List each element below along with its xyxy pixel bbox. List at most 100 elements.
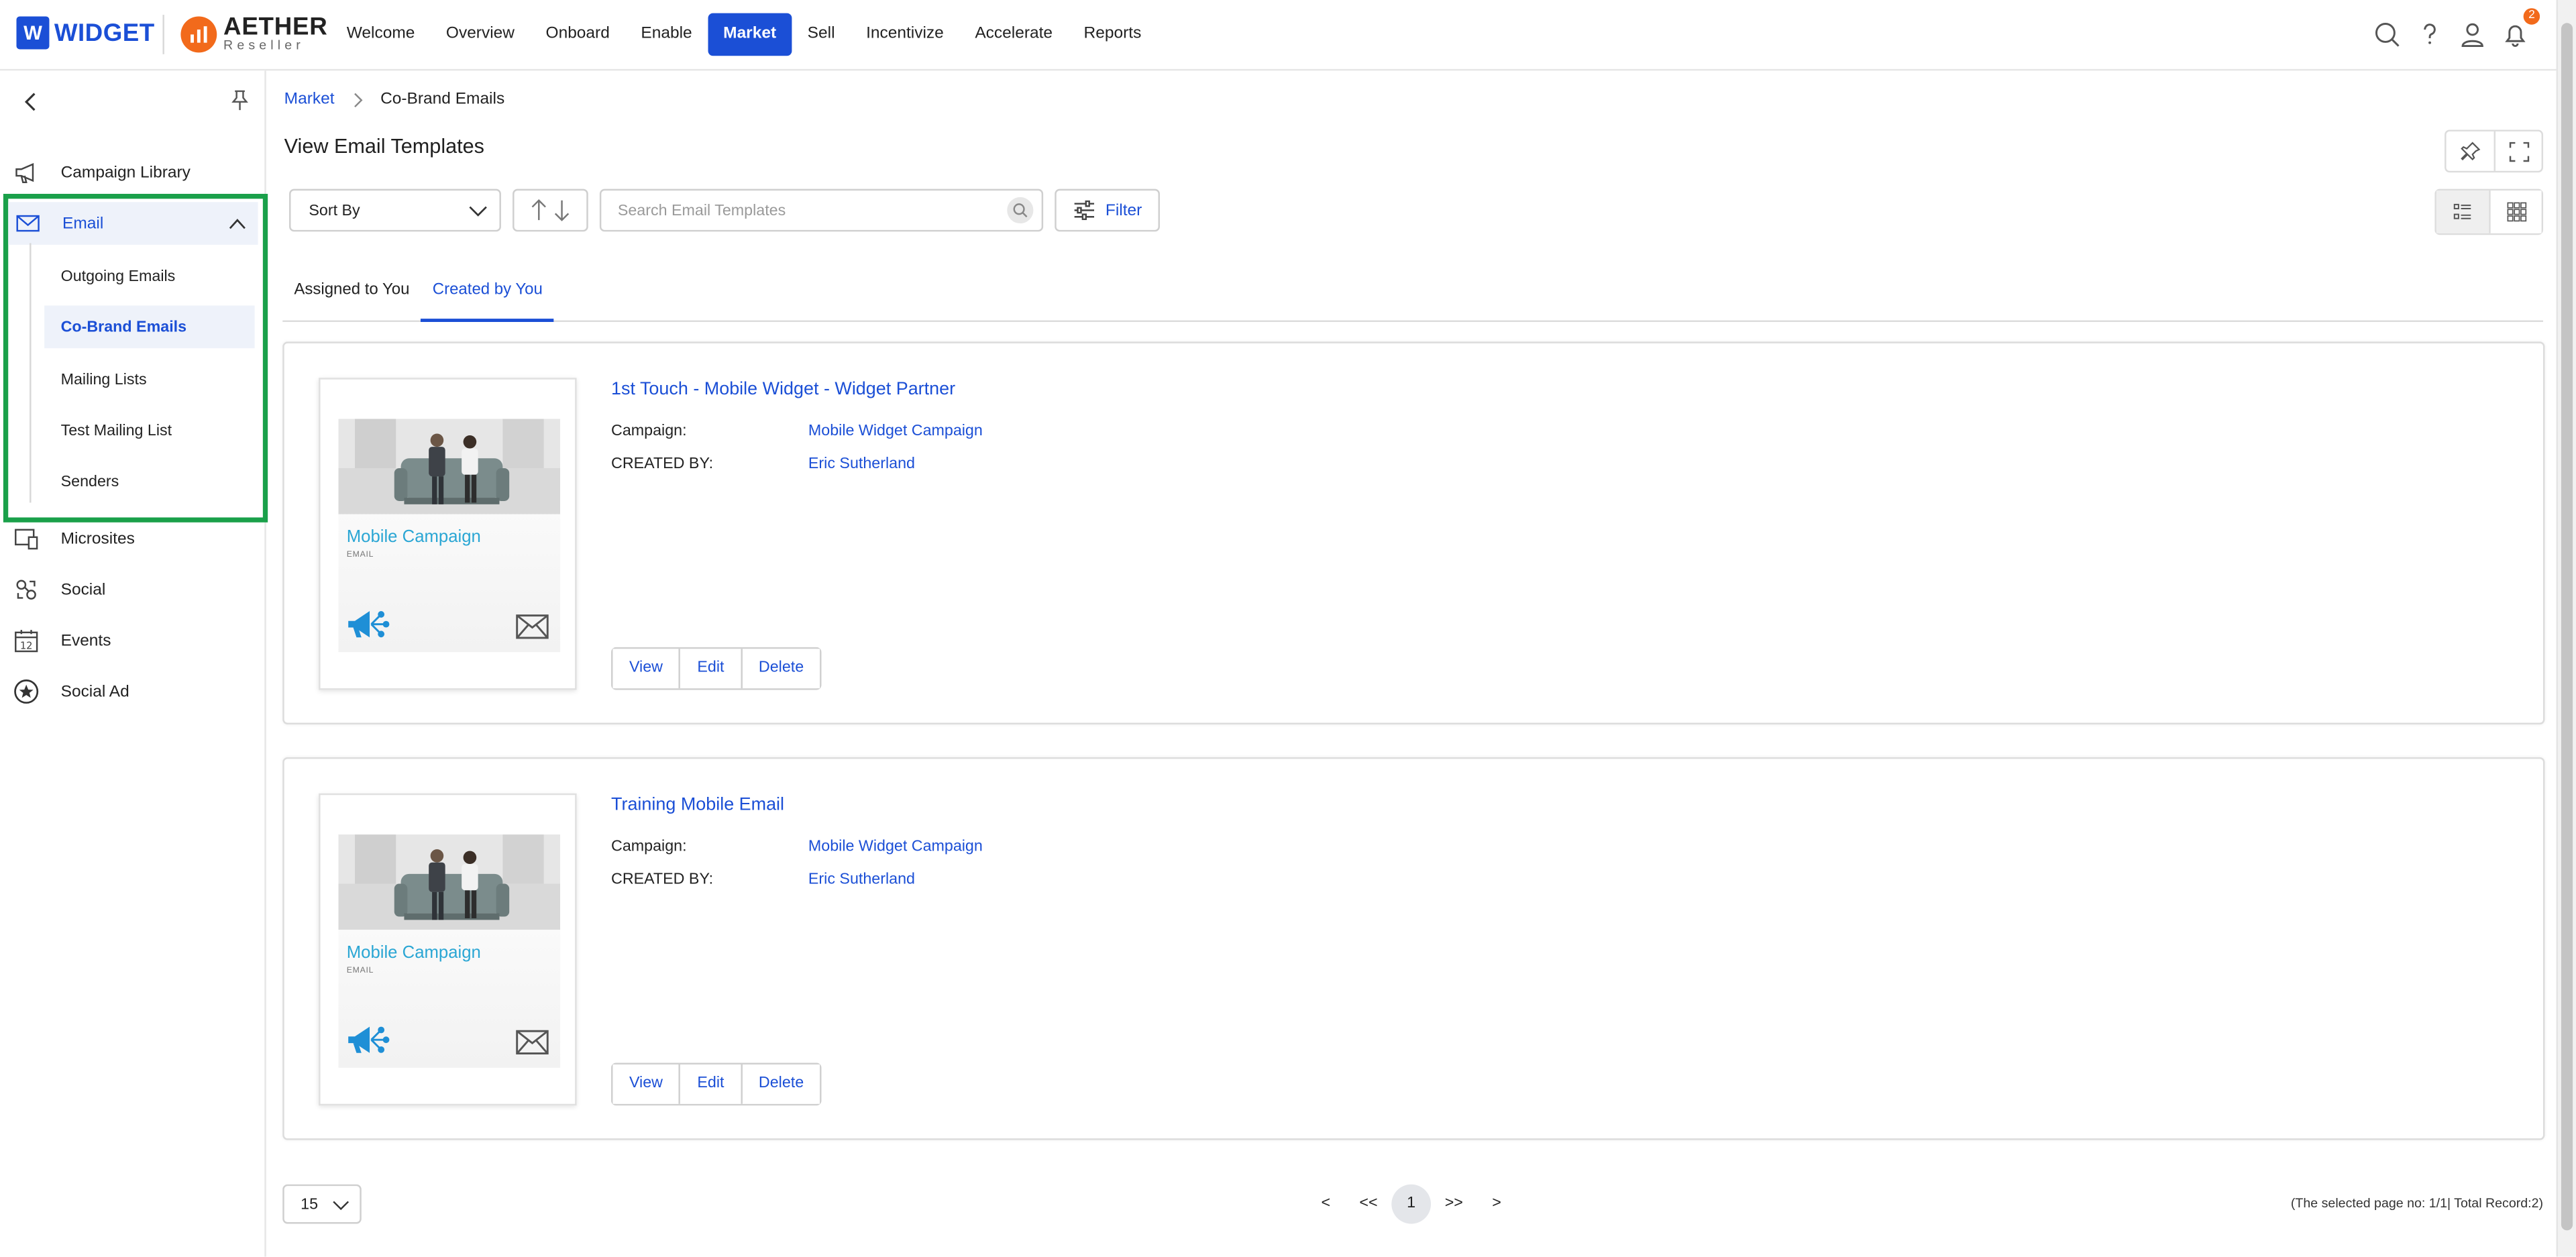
sidebar-subitem-mailing-lists[interactable]: Mailing Lists	[44, 358, 254, 401]
pagination: < << 1 >> >	[1306, 1184, 1519, 1224]
campaign-link[interactable]: Mobile Widget Campaign	[808, 422, 983, 440]
sidebar-item-email[interactable]: Email	[8, 202, 258, 245]
top-right-icons: 2	[2359, 8, 2540, 49]
widget-logo-text: WIDGET	[54, 19, 155, 47]
delete-button[interactable]: Delete	[740, 649, 820, 689]
created-by-link[interactable]: Eric Sutherland	[808, 871, 915, 889]
sidebar-subitem-co-brand-emails[interactable]: Co-Brand Emails	[44, 305, 255, 349]
sidebar-item-social[interactable]: Social	[0, 568, 266, 611]
widget-logo[interactable]: W WIDGET	[16, 16, 155, 50]
template-thumbnail[interactable]: Mobile Campaign EMAIL	[319, 378, 577, 690]
nav-welcome[interactable]: Welcome	[332, 13, 430, 56]
pagination-first[interactable]: <<	[1349, 1185, 1389, 1224]
svg-text:12: 12	[20, 640, 33, 651]
thumbnail-title: Mobile Campaign	[346, 942, 481, 963]
social-icon	[16, 580, 36, 600]
microsite-icon	[15, 529, 38, 550]
template-card: Mobile Campaign EMAIL 1st Touch - Mobile…	[282, 341, 2545, 725]
page-size-value: 15	[301, 1195, 319, 1213]
template-title-link[interactable]: Training Mobile Email	[611, 795, 784, 814]
created-by-label: CREATED BY:	[611, 870, 714, 889]
pagination-last[interactable]: >>	[1434, 1185, 1474, 1224]
help-icon[interactable]	[2415, 19, 2445, 49]
pin-sidebar-icon[interactable]	[228, 89, 251, 111]
sidebar-item-label: Email	[62, 214, 104, 233]
breadcrumb-market-link[interactable]: Market	[284, 91, 335, 109]
sidebar-subitem-senders[interactable]: Senders	[44, 460, 254, 503]
thumbnail-subtitle: EMAIL	[346, 966, 374, 976]
sort-arrows-icon	[531, 199, 570, 221]
envelope-icon	[516, 1030, 549, 1055]
breadcrumb-current: Co-Brand Emails	[380, 90, 505, 109]
sidebar-subitem-test-mailing-list[interactable]: Test Mailing List	[44, 409, 254, 452]
grid-view-button[interactable]	[2489, 190, 2542, 233]
nav-sell[interactable]: Sell	[793, 13, 850, 56]
sidebar-item-events[interactable]: 12 Events	[0, 619, 266, 662]
created-by-link[interactable]: Eric Sutherland	[808, 455, 915, 473]
template-thumbnail[interactable]: Mobile Campaign EMAIL	[319, 793, 577, 1106]
collapse-sidebar-chevron-left-icon[interactable]	[19, 91, 42, 113]
sidebar-item-label: Events	[60, 631, 111, 650]
sidebar-item-label: Social Ad	[60, 682, 129, 701]
template-actions: View Edit Delete	[611, 647, 822, 690]
template-title-link[interactable]: 1st Touch - Mobile Widget - Widget Partn…	[611, 380, 955, 399]
search-input[interactable]	[617, 201, 1008, 219]
aether-logo-text: AETHER	[223, 13, 328, 42]
delete-button[interactable]: Delete	[740, 1064, 820, 1104]
campaign-megaphone-icon	[348, 1026, 390, 1053]
aether-logo[interactable]: AETHER Reseller	[180, 15, 327, 52]
view-mode-toggle	[2434, 188, 2544, 235]
campaign-photo	[338, 834, 561, 930]
sort-by-label: Sort By	[309, 201, 360, 219]
list-view-button[interactable]	[2436, 190, 2489, 233]
aether-logo-subtext: Reseller	[223, 38, 305, 53]
filter-label: Filter	[1105, 201, 1142, 219]
sidebar-subitem-outgoing-emails[interactable]: Outgoing Emails	[44, 255, 254, 298]
sort-by-dropdown[interactable]: Sort By	[289, 188, 501, 232]
nav-overview[interactable]: Overview	[431, 13, 529, 56]
fullscreen-button[interactable]	[2493, 131, 2542, 171]
nav-enable[interactable]: Enable	[626, 13, 706, 56]
sort-direction-button[interactable]	[513, 188, 588, 232]
pin-page-button[interactable]	[2447, 131, 2494, 171]
sidebar-item-social-ad[interactable]: Social Ad	[0, 670, 266, 713]
tab-assigned-to-you[interactable]: Assigned to You	[282, 268, 421, 322]
nav-accelerate[interactable]: Accelerate	[960, 13, 1067, 56]
filter-button[interactable]: Filter	[1055, 188, 1160, 232]
view-button[interactable]: View	[612, 649, 680, 689]
page-scrollbar[interactable]	[2556, 0, 2576, 1257]
campaign-photo	[338, 419, 561, 514]
sidebar-item-microsites[interactable]: Microsites	[0, 517, 266, 560]
sidebar: Campaign Library Email Outgoing Emails C…	[0, 70, 268, 1257]
search-icon[interactable]	[2372, 19, 2402, 49]
logo-divider	[162, 15, 164, 54]
nav-incentivize[interactable]: Incentivize	[851, 13, 959, 56]
pagination-page-1[interactable]: 1	[1391, 1184, 1432, 1224]
pagination-next[interactable]: >	[1477, 1185, 1517, 1224]
grid-view-icon	[2506, 202, 2526, 222]
notifications-bell-icon[interactable]: 2	[2500, 8, 2540, 49]
sidebar-item-campaign-library[interactable]: Campaign Library	[0, 151, 266, 194]
edit-button[interactable]: Edit	[679, 649, 741, 689]
nav-onboard[interactable]: Onboard	[531, 13, 624, 56]
breadcrumb: Market Co-Brand Emails	[284, 91, 505, 109]
pagination-previous[interactable]: <	[1306, 1185, 1346, 1224]
edit-button[interactable]: Edit	[679, 1064, 741, 1104]
search-icon[interactable]	[1007, 197, 1034, 224]
nav-market[interactable]: Market	[708, 13, 792, 56]
expand-icon	[2508, 141, 2528, 162]
view-button[interactable]: View	[612, 1064, 680, 1104]
page-size-dropdown[interactable]: 15	[282, 1184, 362, 1224]
campaign-label: Campaign:	[611, 422, 687, 441]
nav-reports[interactable]: Reports	[1069, 13, 1157, 56]
user-profile-icon[interactable]	[2458, 19, 2487, 49]
chevron-up-icon[interactable]	[228, 215, 246, 233]
campaign-link[interactable]: Mobile Widget Campaign	[808, 838, 983, 856]
chevron-right-icon	[354, 92, 362, 107]
tab-created-by-you[interactable]: Created by You	[421, 268, 554, 323]
chevron-down-icon	[469, 206, 487, 217]
scrollbar-thumb[interactable]	[2561, 23, 2573, 1231]
sidebar-item-label: Campaign Library	[60, 163, 191, 182]
template-actions: View Edit Delete	[611, 1062, 822, 1106]
envelope-icon	[16, 215, 40, 232]
